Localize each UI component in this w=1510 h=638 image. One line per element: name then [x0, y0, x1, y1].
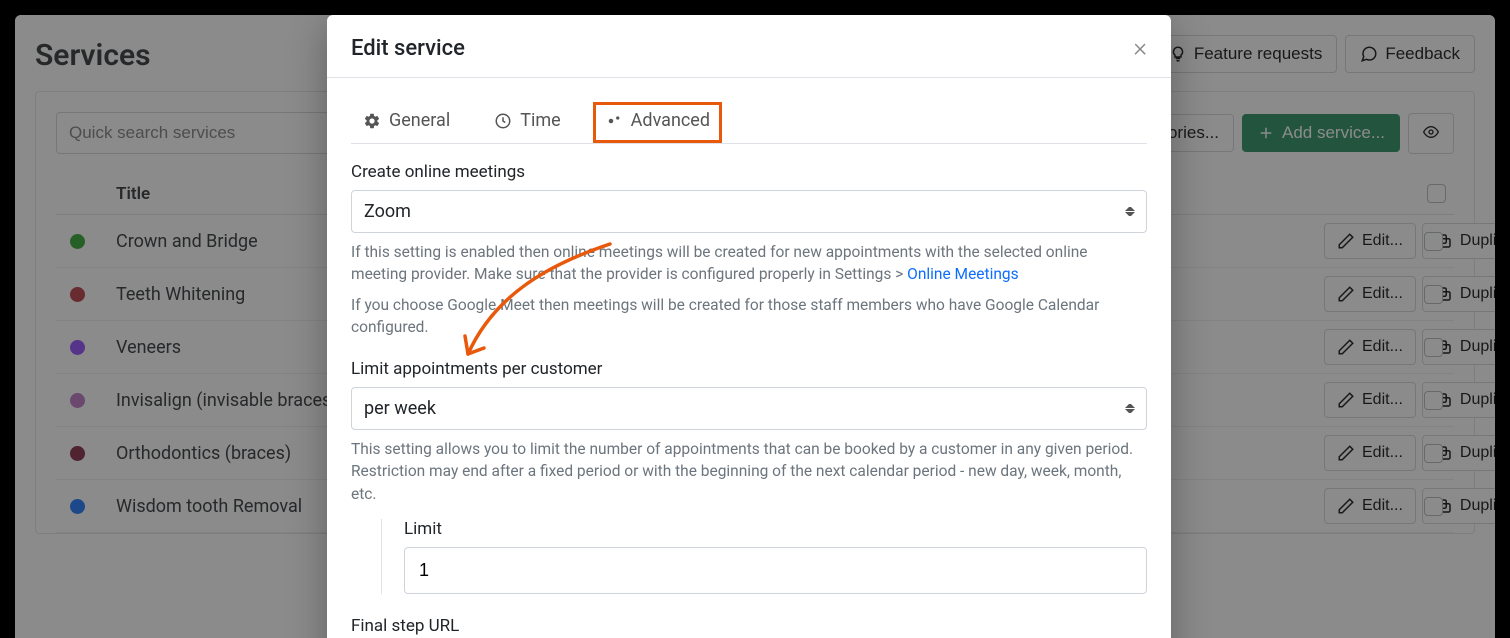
modal-title: Edit service: [351, 36, 465, 61]
tab-label: Advanced: [631, 110, 710, 131]
tab-label: General: [389, 110, 450, 131]
select-caret-icon: [1125, 401, 1135, 415]
tab-general[interactable]: General: [351, 102, 462, 143]
final-step-label: Final step URL: [351, 616, 1147, 636]
online-meetings-link[interactable]: Online Meetings: [907, 265, 1018, 283]
tab-advanced[interactable]: Advanced: [593, 102, 722, 143]
meetings-label: Create online meetings: [351, 162, 1147, 182]
meetings-help-2: If you choose Google Meet then meetings …: [351, 294, 1147, 339]
limit-label: Limit appointments per customer: [351, 359, 1147, 379]
limit-count-label: Limit: [404, 519, 1147, 539]
meetings-help: If this setting is enabled then online m…: [351, 241, 1147, 286]
edit-service-modal: Edit service × General Time Advanced Cre…: [327, 15, 1171, 638]
tab-label: Time: [520, 110, 560, 131]
gears-icon: [605, 112, 623, 130]
close-icon[interactable]: ×: [1133, 33, 1147, 63]
limit-period-select[interactable]: per week: [351, 387, 1147, 430]
tab-time[interactable]: Time: [482, 102, 572, 143]
clock-icon: [494, 112, 512, 130]
limit-help: This setting allows you to limit the num…: [351, 438, 1147, 505]
select-caret-icon: [1125, 205, 1135, 219]
meetings-select[interactable]: Zoom: [351, 190, 1147, 233]
gear-icon: [363, 112, 381, 130]
limit-count-input[interactable]: [404, 547, 1147, 594]
